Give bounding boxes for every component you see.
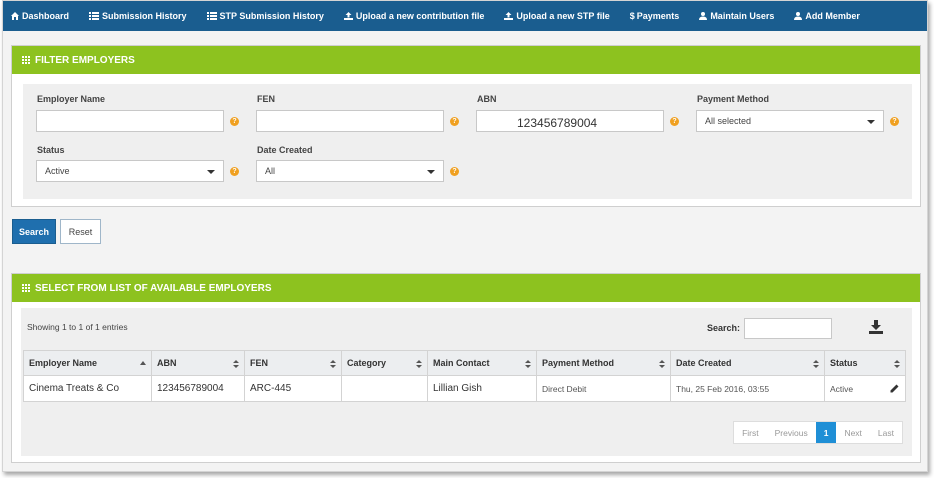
sort-icon xyxy=(525,360,531,368)
chevron-down-icon xyxy=(207,170,215,174)
user-icon xyxy=(794,12,803,20)
column-employer-name[interactable]: Employer Name xyxy=(23,350,152,376)
filter-form: Employer Name ? FEN ? ABN ? Payment Meth… xyxy=(23,84,912,199)
filter-employers-panel: FILTER EMPLOYERS Employer Name ? FEN ? A… xyxy=(11,45,921,207)
date-created-select[interactable]: All xyxy=(256,160,444,182)
status-select[interactable]: Active xyxy=(36,160,224,182)
nav-maintain-users-label: Maintain Users xyxy=(710,11,775,21)
employer-name-input[interactable] xyxy=(36,110,224,132)
nav-payments-label: Payments xyxy=(636,11,680,21)
column-category[interactable]: Category xyxy=(341,350,428,376)
column-abn[interactable]: ABN xyxy=(151,350,245,376)
status-label: Status xyxy=(37,145,65,155)
status-help-icon[interactable]: ? xyxy=(230,167,239,176)
pencil-icon[interactable] xyxy=(890,384,899,393)
upload-icon xyxy=(343,12,353,20)
nav-upload-stp-file[interactable]: Upload a new STP file xyxy=(504,11,610,21)
upload-icon xyxy=(504,12,514,20)
table-row[interactable]: Cinema Treats & Co 123456789004 ARC-445 … xyxy=(23,375,906,402)
cell-category xyxy=(341,375,428,402)
sort-icon xyxy=(416,360,422,368)
fen-label: FEN xyxy=(257,94,275,104)
chevron-down-icon xyxy=(427,170,435,174)
payment-method-select[interactable]: All selected xyxy=(696,110,884,132)
date-created-label: Date Created xyxy=(257,145,313,155)
filter-employers-header: FILTER EMPLOYERS xyxy=(12,46,920,74)
payment-method-help-icon[interactable]: ? xyxy=(890,117,899,126)
pagination-next[interactable]: Next xyxy=(836,422,869,443)
table-search-input[interactable] xyxy=(744,318,832,339)
fen-help-icon[interactable]: ? xyxy=(450,117,459,126)
nav-upload-contribution-file[interactable]: Upload a new contribution file xyxy=(343,11,485,21)
table-search-label: Search: xyxy=(707,323,741,333)
search-button[interactable]: Search xyxy=(12,219,56,244)
pagination-first[interactable]: First xyxy=(734,422,767,443)
abn-input[interactable] xyxy=(476,110,664,132)
pagination-previous[interactable]: Previous xyxy=(767,422,816,443)
pagination-last[interactable]: Last xyxy=(870,422,902,443)
cell-employer-name: Cinema Treats & Co xyxy=(23,375,152,402)
column-fen[interactable]: FEN xyxy=(244,350,342,376)
dollar-icon: $ xyxy=(629,11,635,21)
nav-stp-submission-history[interactable]: STP Submission History xyxy=(206,11,324,21)
nav-dashboard-label: Dashboard xyxy=(22,11,70,21)
nav-submission-history-label: Submission History xyxy=(102,11,187,21)
pagination-page-1[interactable]: 1 xyxy=(815,422,837,443)
nav-upload-contribution-file-label: Upload a new contribution file xyxy=(355,11,485,21)
sort-icon xyxy=(894,360,900,368)
nav-add-member-label: Add Member xyxy=(805,11,860,21)
cell-abn: 123456789004 xyxy=(151,375,245,402)
date-created-value: All xyxy=(265,166,276,176)
top-navigation: Dashboard Submission History STP Submiss… xyxy=(3,1,927,31)
download-icon[interactable] xyxy=(869,320,883,334)
column-main-contact[interactable]: Main Contact xyxy=(427,350,537,376)
chevron-down-icon xyxy=(867,120,875,124)
user-icon xyxy=(699,12,708,20)
list-icon xyxy=(89,12,100,20)
sort-icon xyxy=(813,360,819,368)
cell-fen: ARC-445 xyxy=(244,375,342,402)
cell-status: Active xyxy=(824,375,906,402)
cell-date-created: Thu, 25 Feb 2016, 03:55 xyxy=(670,375,825,402)
sort-asc-icon xyxy=(140,361,146,365)
reset-button[interactable]: Reset xyxy=(60,219,101,244)
nav-maintain-users[interactable]: Maintain Users xyxy=(699,11,774,21)
nav-stp-submission-history-label: STP Submission History xyxy=(219,11,324,21)
nav-submission-history[interactable]: Submission History xyxy=(89,11,187,21)
cell-payment-method: Direct Debit xyxy=(536,375,671,402)
employer-name-help-icon[interactable]: ? xyxy=(230,117,239,126)
nav-payments[interactable]: $ Payments xyxy=(630,11,680,21)
sort-icon xyxy=(330,360,336,368)
employer-list-header: SELECT FROM LIST OF AVAILABLE EMPLOYERS xyxy=(12,274,920,302)
date-created-help-icon[interactable]: ? xyxy=(450,167,459,176)
fen-input[interactable] xyxy=(256,110,444,132)
column-payment-method[interactable]: Payment Method xyxy=(536,350,671,376)
filter-employers-title: FILTER EMPLOYERS xyxy=(35,54,135,66)
grid-icon xyxy=(22,56,30,64)
home-icon xyxy=(11,12,19,20)
list-icon xyxy=(206,12,217,20)
sort-icon xyxy=(233,360,239,368)
entries-info: Showing 1 to 1 of 1 entries xyxy=(27,322,128,332)
employer-name-label: Employer Name xyxy=(37,94,106,104)
payment-method-value: All selected xyxy=(705,116,752,126)
grid-icon xyxy=(22,284,30,292)
nav-upload-stp-file-label: Upload a new STP file xyxy=(516,11,610,21)
abn-help-icon[interactable]: ? xyxy=(670,117,679,126)
employers-table: Employer Name ABN FEN Category Main Cont… xyxy=(23,350,906,402)
app-frame: Dashboard Submission History STP Submiss… xyxy=(2,0,928,472)
payment-method-label: Payment Method xyxy=(697,94,770,104)
status-text: Active xyxy=(830,383,854,394)
column-date-created[interactable]: Date Created xyxy=(670,350,825,376)
status-value: Active xyxy=(45,166,70,176)
pagination: First Previous 1 Next Last xyxy=(733,421,903,444)
abn-label: ABN xyxy=(477,94,497,104)
employer-list-title: SELECT FROM LIST OF AVAILABLE EMPLOYERS xyxy=(35,282,272,294)
nav-dashboard[interactable]: Dashboard xyxy=(11,11,69,21)
nav-add-member[interactable]: Add Member xyxy=(794,11,860,21)
column-status[interactable]: Status xyxy=(824,350,906,376)
table-header-row: Employer Name ABN FEN Category Main Cont… xyxy=(23,350,906,376)
cell-main-contact: Lillian Gish xyxy=(427,375,537,402)
sort-icon xyxy=(659,360,665,368)
